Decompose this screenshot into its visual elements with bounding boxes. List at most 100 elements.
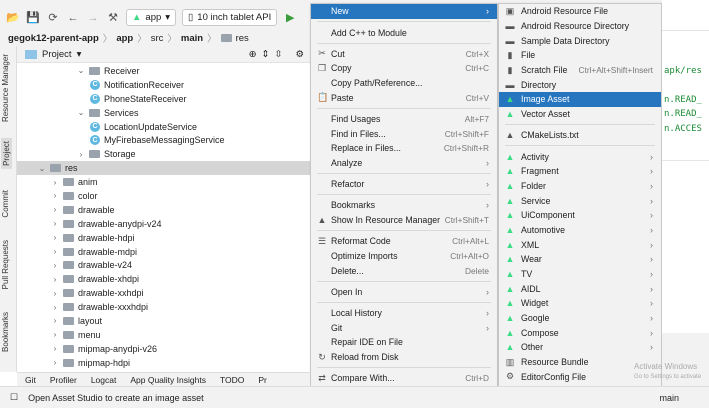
menu-item-aidl[interactable]: ▲ AIDL ›: [499, 281, 661, 296]
chevron-icon[interactable]: ›: [51, 358, 59, 367]
menu-item-refactor[interactable]: Refactor ›: [311, 177, 497, 192]
tree-item[interactable]: › color: [17, 189, 310, 203]
menu-item-cut[interactable]: ✂ Cut Ctrl+X: [311, 46, 497, 61]
tab-logcat[interactable]: Logcat: [91, 375, 117, 385]
tab-problems[interactable]: Pr: [258, 375, 267, 385]
menu-item-file[interactable]: ▮ File: [499, 48, 661, 63]
tree-item[interactable]: › drawable-xhdpi: [17, 272, 310, 286]
save-icon[interactable]: 💾: [26, 11, 40, 24]
menu-item-xml[interactable]: ▲ XML ›: [499, 237, 661, 252]
side-tab-project[interactable]: Project: [1, 138, 12, 169]
menu-item-automotive[interactable]: ▲ Automotive ›: [499, 223, 661, 238]
side-tab-commit[interactable]: Commit: [1, 190, 10, 218]
chevron-icon[interactable]: ›: [77, 150, 85, 159]
menu-item-compare-with[interactable]: ⇄ Compare With... Ctrl+D: [311, 371, 497, 386]
build-icon[interactable]: ⚒: [106, 11, 120, 24]
menu-item-open-in[interactable]: Open In ›: [311, 285, 497, 300]
chevron-icon[interactable]: ›: [51, 303, 59, 312]
open-folder-icon[interactable]: 📂: [6, 11, 20, 24]
menu-item-service[interactable]: ▲ Service ›: [499, 193, 661, 208]
tab-git[interactable]: Git: [25, 375, 36, 385]
menu-item-scratch-file[interactable]: ▮ Scratch File Ctrl+Alt+Shift+Insert: [499, 63, 661, 78]
tree-item[interactable]: ⌄ Receiver: [17, 64, 310, 78]
tree-item[interactable]: › drawable-xxhdpi: [17, 286, 310, 300]
breadcrumb-src[interactable]: src: [151, 33, 164, 44]
sync-icon[interactable]: ⟳: [46, 11, 60, 24]
tree-item[interactable]: › drawable-v24: [17, 258, 310, 272]
menu-item-analyze[interactable]: Analyze ›: [311, 156, 497, 171]
chevron-icon[interactable]: ›: [51, 289, 59, 298]
menu-item-image-asset[interactable]: ▲ Image Asset: [499, 92, 661, 107]
menu-item-paste[interactable]: 📋 Paste Ctrl+V: [311, 90, 497, 105]
tree-item[interactable]: › menu: [17, 328, 310, 342]
menu-item-reload-from-disk[interactable]: ↻ Reload from Disk: [311, 350, 497, 365]
menu-item-directory[interactable]: ▬ Directory: [499, 77, 661, 92]
chevron-icon[interactable]: ›: [51, 261, 59, 270]
tab-app-quality-insights[interactable]: App Quality Insights: [130, 375, 206, 385]
chevron-icon[interactable]: ›: [51, 316, 59, 325]
menu-item-repair-ide-on-file[interactable]: Repair IDE on File: [311, 335, 497, 350]
back-icon[interactable]: ←: [66, 12, 80, 24]
menu-item-optimize-imports[interactable]: Optimize Imports Ctrl+Alt+O: [311, 249, 497, 264]
run-config-select[interactable]: ▲ app ▾: [126, 9, 177, 26]
tree-item[interactable]: C NotificationReceiver: [17, 78, 310, 92]
menu-item-sample-data-directory[interactable]: ▬ Sample Data Directory: [499, 33, 661, 48]
menu-item-cmakelists-txt[interactable]: ▲ CMakeLists.txt: [499, 128, 661, 143]
menu-item-wear[interactable]: ▲ Wear ›: [499, 252, 661, 267]
breadcrumb-app[interactable]: app: [116, 33, 133, 44]
chevron-icon[interactable]: ›: [51, 247, 59, 256]
chevron-icon[interactable]: ›: [51, 219, 59, 228]
tab-todo[interactable]: TODO: [220, 375, 244, 385]
tree-item[interactable]: › drawable-hdpi: [17, 231, 310, 245]
tree-item[interactable]: C MyFirebaseMessagingService: [17, 133, 310, 147]
menu-item-vector-asset[interactable]: ▲ Vector Asset: [499, 107, 661, 122]
menu-item-widget[interactable]: ▲ Widget ›: [499, 296, 661, 311]
tree-item[interactable]: › Storage: [17, 147, 310, 161]
code-line[interactable]: n.READ_: [664, 95, 702, 105]
side-tab-bookmarks[interactable]: Bookmarks: [1, 312, 10, 352]
chevron-icon[interactable]: ⌄: [77, 108, 85, 117]
tree-item[interactable]: C LocationUpdateService: [17, 120, 310, 134]
breadcrumb-project[interactable]: gegok12-parent-app: [8, 33, 99, 44]
chevron-icon[interactable]: ⌄: [77, 66, 85, 75]
menu-item-google[interactable]: ▲ Google ›: [499, 311, 661, 326]
menu-item-add-c-to-module[interactable]: Add C++ to Module: [311, 25, 497, 40]
chevron-icon[interactable]: ›: [51, 275, 59, 284]
menu-item-replace-in-files[interactable]: Replace in Files... Ctrl+Shift+R: [311, 141, 497, 156]
side-tab-pull-requests[interactable]: Pull Requests: [1, 240, 10, 289]
run-icon[interactable]: ▶: [283, 11, 297, 24]
tree-item[interactable]: › drawable-anydpi-v24: [17, 217, 310, 231]
menu-item-bookmarks[interactable]: Bookmarks ›: [311, 198, 497, 213]
chevron-icon[interactable]: ›: [51, 233, 59, 242]
menu-item-new[interactable]: New ›: [311, 4, 497, 19]
menu-item-local-history[interactable]: Local History ›: [311, 306, 497, 321]
tree-item[interactable]: › drawable: [17, 203, 310, 217]
code-line[interactable]: n.ACCES: [664, 124, 702, 134]
menu-item-copy[interactable]: ❐ Copy Ctrl+C: [311, 61, 497, 76]
tree-item[interactable]: › drawable-xxxhdpi: [17, 300, 310, 314]
menu-item-reformat-code[interactable]: ☰ Reformat Code Ctrl+Alt+L: [311, 234, 497, 249]
code-line[interactable]: n.READ_: [664, 109, 702, 119]
breadcrumb-main[interactable]: main: [181, 33, 203, 44]
menu-item-android-resource-directory[interactable]: ▬ Android Resource Directory: [499, 19, 661, 34]
collapse-all-icon[interactable]: ⇳: [275, 49, 283, 60]
git-branch[interactable]: main: [659, 393, 679, 403]
menu-item-fragment[interactable]: ▲ Fragment ›: [499, 164, 661, 179]
menu-item-android-resource-file[interactable]: ▣ Android Resource File: [499, 4, 661, 19]
tree-item[interactable]: › layout: [17, 314, 310, 328]
chevron-icon[interactable]: ›: [51, 178, 59, 187]
tab-profiler[interactable]: Profiler: [50, 375, 77, 385]
tree-item[interactable]: ⌄ Services: [17, 106, 310, 120]
menu-item-compose[interactable]: ▲ Compose ›: [499, 325, 661, 340]
menu-item-other[interactable]: ▲ Other ›: [499, 340, 661, 355]
menu-item-tv[interactable]: ▲ TV ›: [499, 267, 661, 282]
menu-item-copy-path-reference[interactable]: Copy Path/Reference...: [311, 76, 497, 91]
gear-icon[interactable]: ⚙: [295, 49, 304, 60]
forward-icon[interactable]: →: [86, 12, 100, 24]
menu-item-delete[interactable]: Delete... Delete: [311, 263, 497, 278]
chevron-icon[interactable]: ›: [51, 344, 59, 353]
menu-item-git[interactable]: Git ›: [311, 320, 497, 335]
side-tab-resource-manager[interactable]: Resource Manager: [1, 54, 10, 122]
menu-item-activity[interactable]: ▲ Activity ›: [499, 149, 661, 164]
device-select[interactable]: ▯ 10 inch tablet API: [182, 9, 278, 26]
